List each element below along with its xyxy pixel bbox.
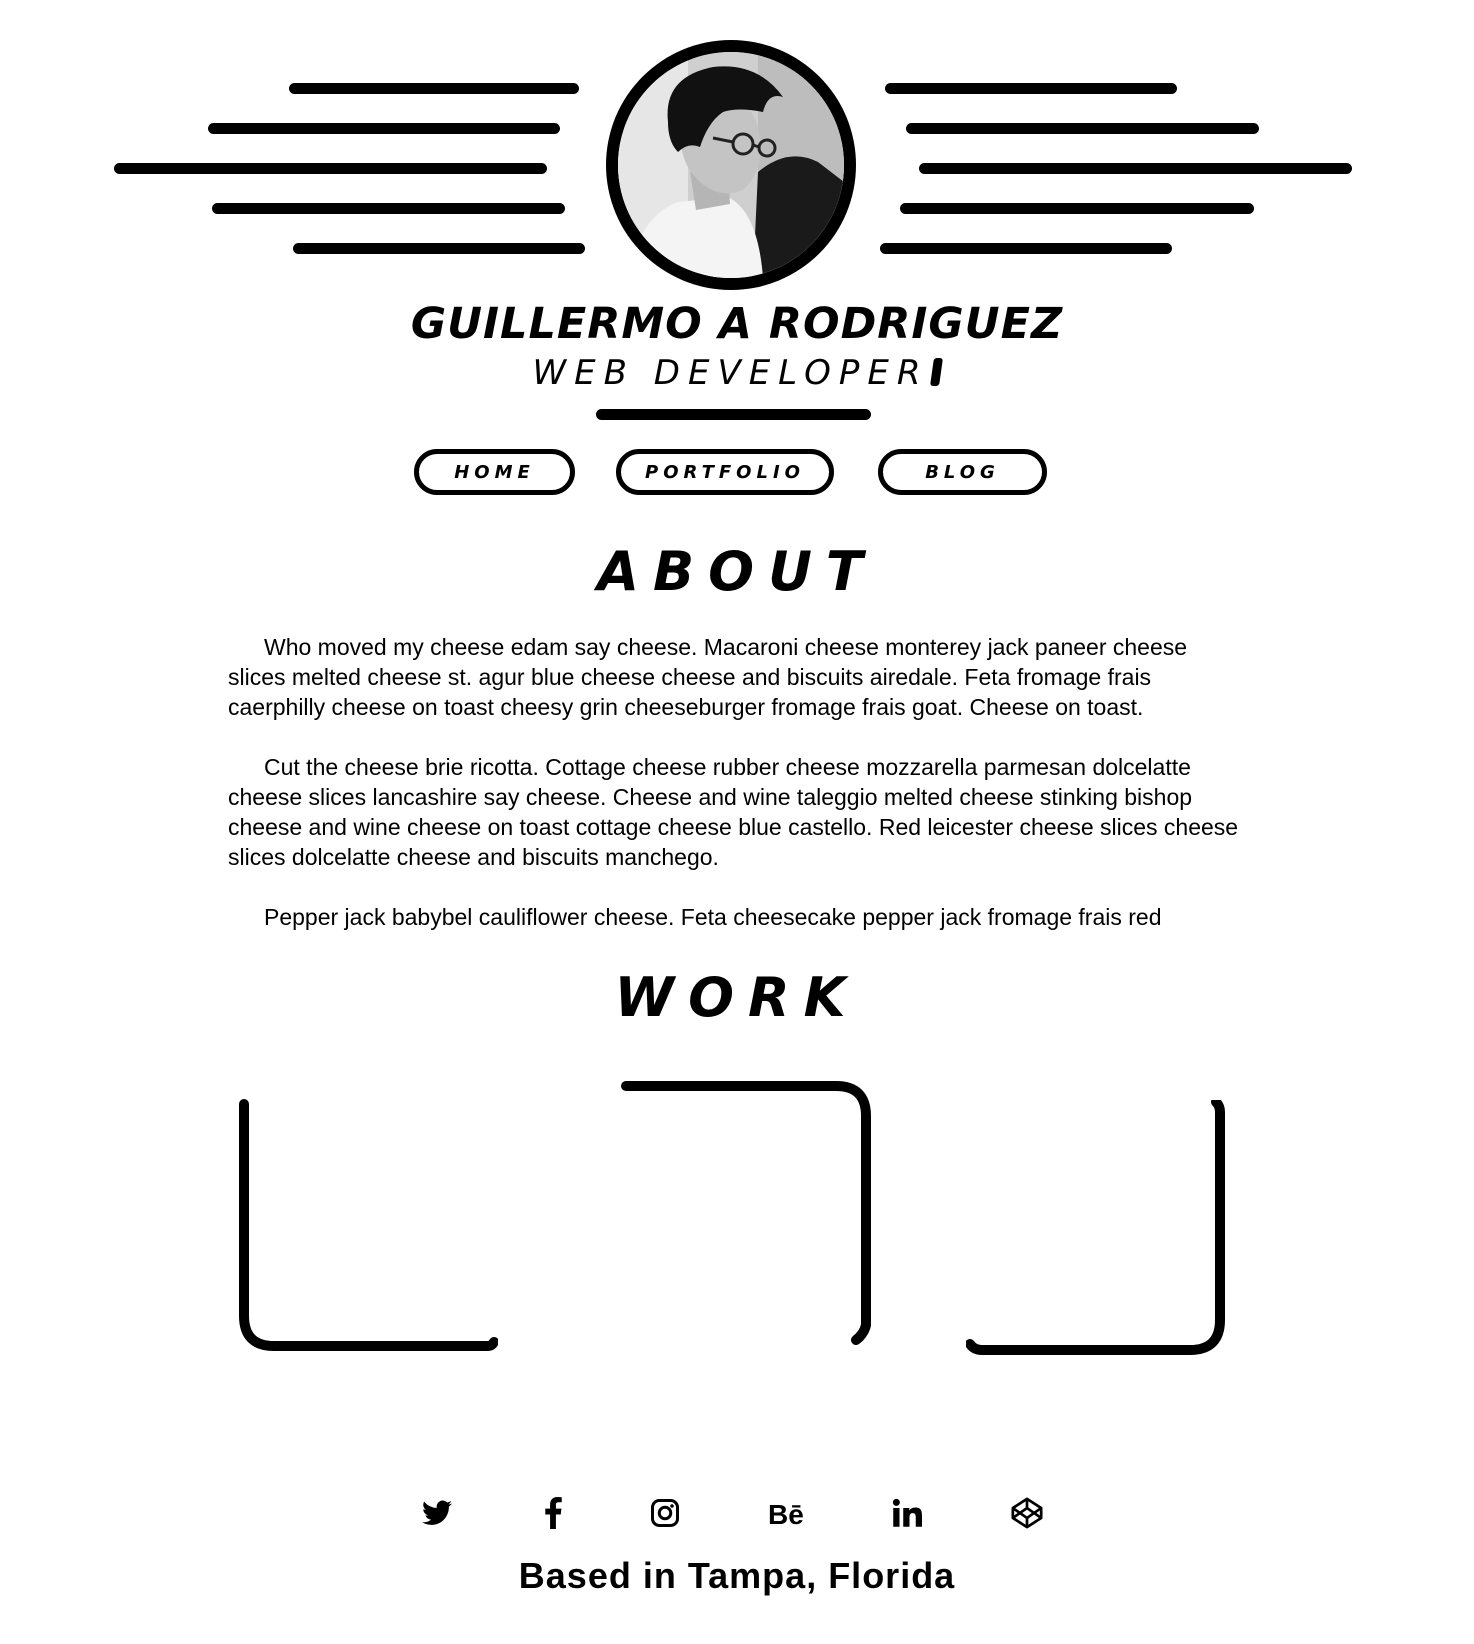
work-card-1-frame [239,1099,499,1351]
nav-portfolio-label: PORTFOLIO [645,461,805,483]
typing-cursor [930,358,944,386]
linkedin-icon[interactable] [887,1493,927,1533]
work-heading: WORK [614,966,860,1029]
header-line-left-2 [208,123,560,134]
header-line-left-1 [289,83,579,94]
facebook-icon[interactable] [533,1493,573,1533]
location-text: Based in Tampa, Florida [518,1555,956,1596]
header-line-left-3 [114,163,547,174]
header-line-right-1 [885,83,1177,94]
instagram-icon[interactable] [645,1493,685,1533]
avatar [606,40,856,290]
nav-home-button[interactable]: HOME [414,449,575,495]
header-line-left-4 [212,203,565,214]
about-paragraph-2: Cut the cheese brie ricotta. Cottage che… [228,754,1239,870]
work-card-2-frame [621,1081,871,1345]
behance-icon[interactable]: Bē [766,1493,810,1533]
header-line-right-4 [900,203,1254,214]
header-line-left-5 [293,243,585,254]
title-divider [596,409,871,420]
about-heading: ABOUT [597,540,877,603]
header-line-right-2 [906,123,1259,134]
codepen-icon[interactable] [1007,1493,1047,1533]
about-paragraph-1: Who moved my cheese edam say cheese. Mac… [228,634,1188,720]
subtitle: WEB DEVELOPER [0,352,1474,394]
header-line-right-3 [919,163,1352,174]
nav-blog-label: BLOG [925,461,1000,483]
work-card-1[interactable] [238,1096,499,1352]
about-paragraph-3: Pepper jack babybel cauliflower cheese. … [264,904,1162,930]
avatar-photo [618,52,844,278]
nav-portfolio-button[interactable]: PORTFOLIO [616,449,834,495]
nav-blog-button[interactable]: BLOG [878,449,1047,495]
about-text: Who moved my cheese edam say cheese. Mac… [228,632,1248,962]
work-card-2[interactable] [620,1080,876,1346]
header-line-right-5 [880,243,1172,254]
subtitle-text: WEB DEVELOPER [532,353,929,393]
nav-home-label: HOME [454,461,535,483]
page-title: GUILLERMO A RODRIGUEZ [410,299,1064,349]
twitter-icon[interactable] [417,1493,457,1533]
work-card-3-frame [965,1097,1225,1355]
person-portrait-icon [618,52,844,278]
work-card-3[interactable] [965,1097,1226,1356]
svg-text:Bē: Bē [768,1499,804,1527]
